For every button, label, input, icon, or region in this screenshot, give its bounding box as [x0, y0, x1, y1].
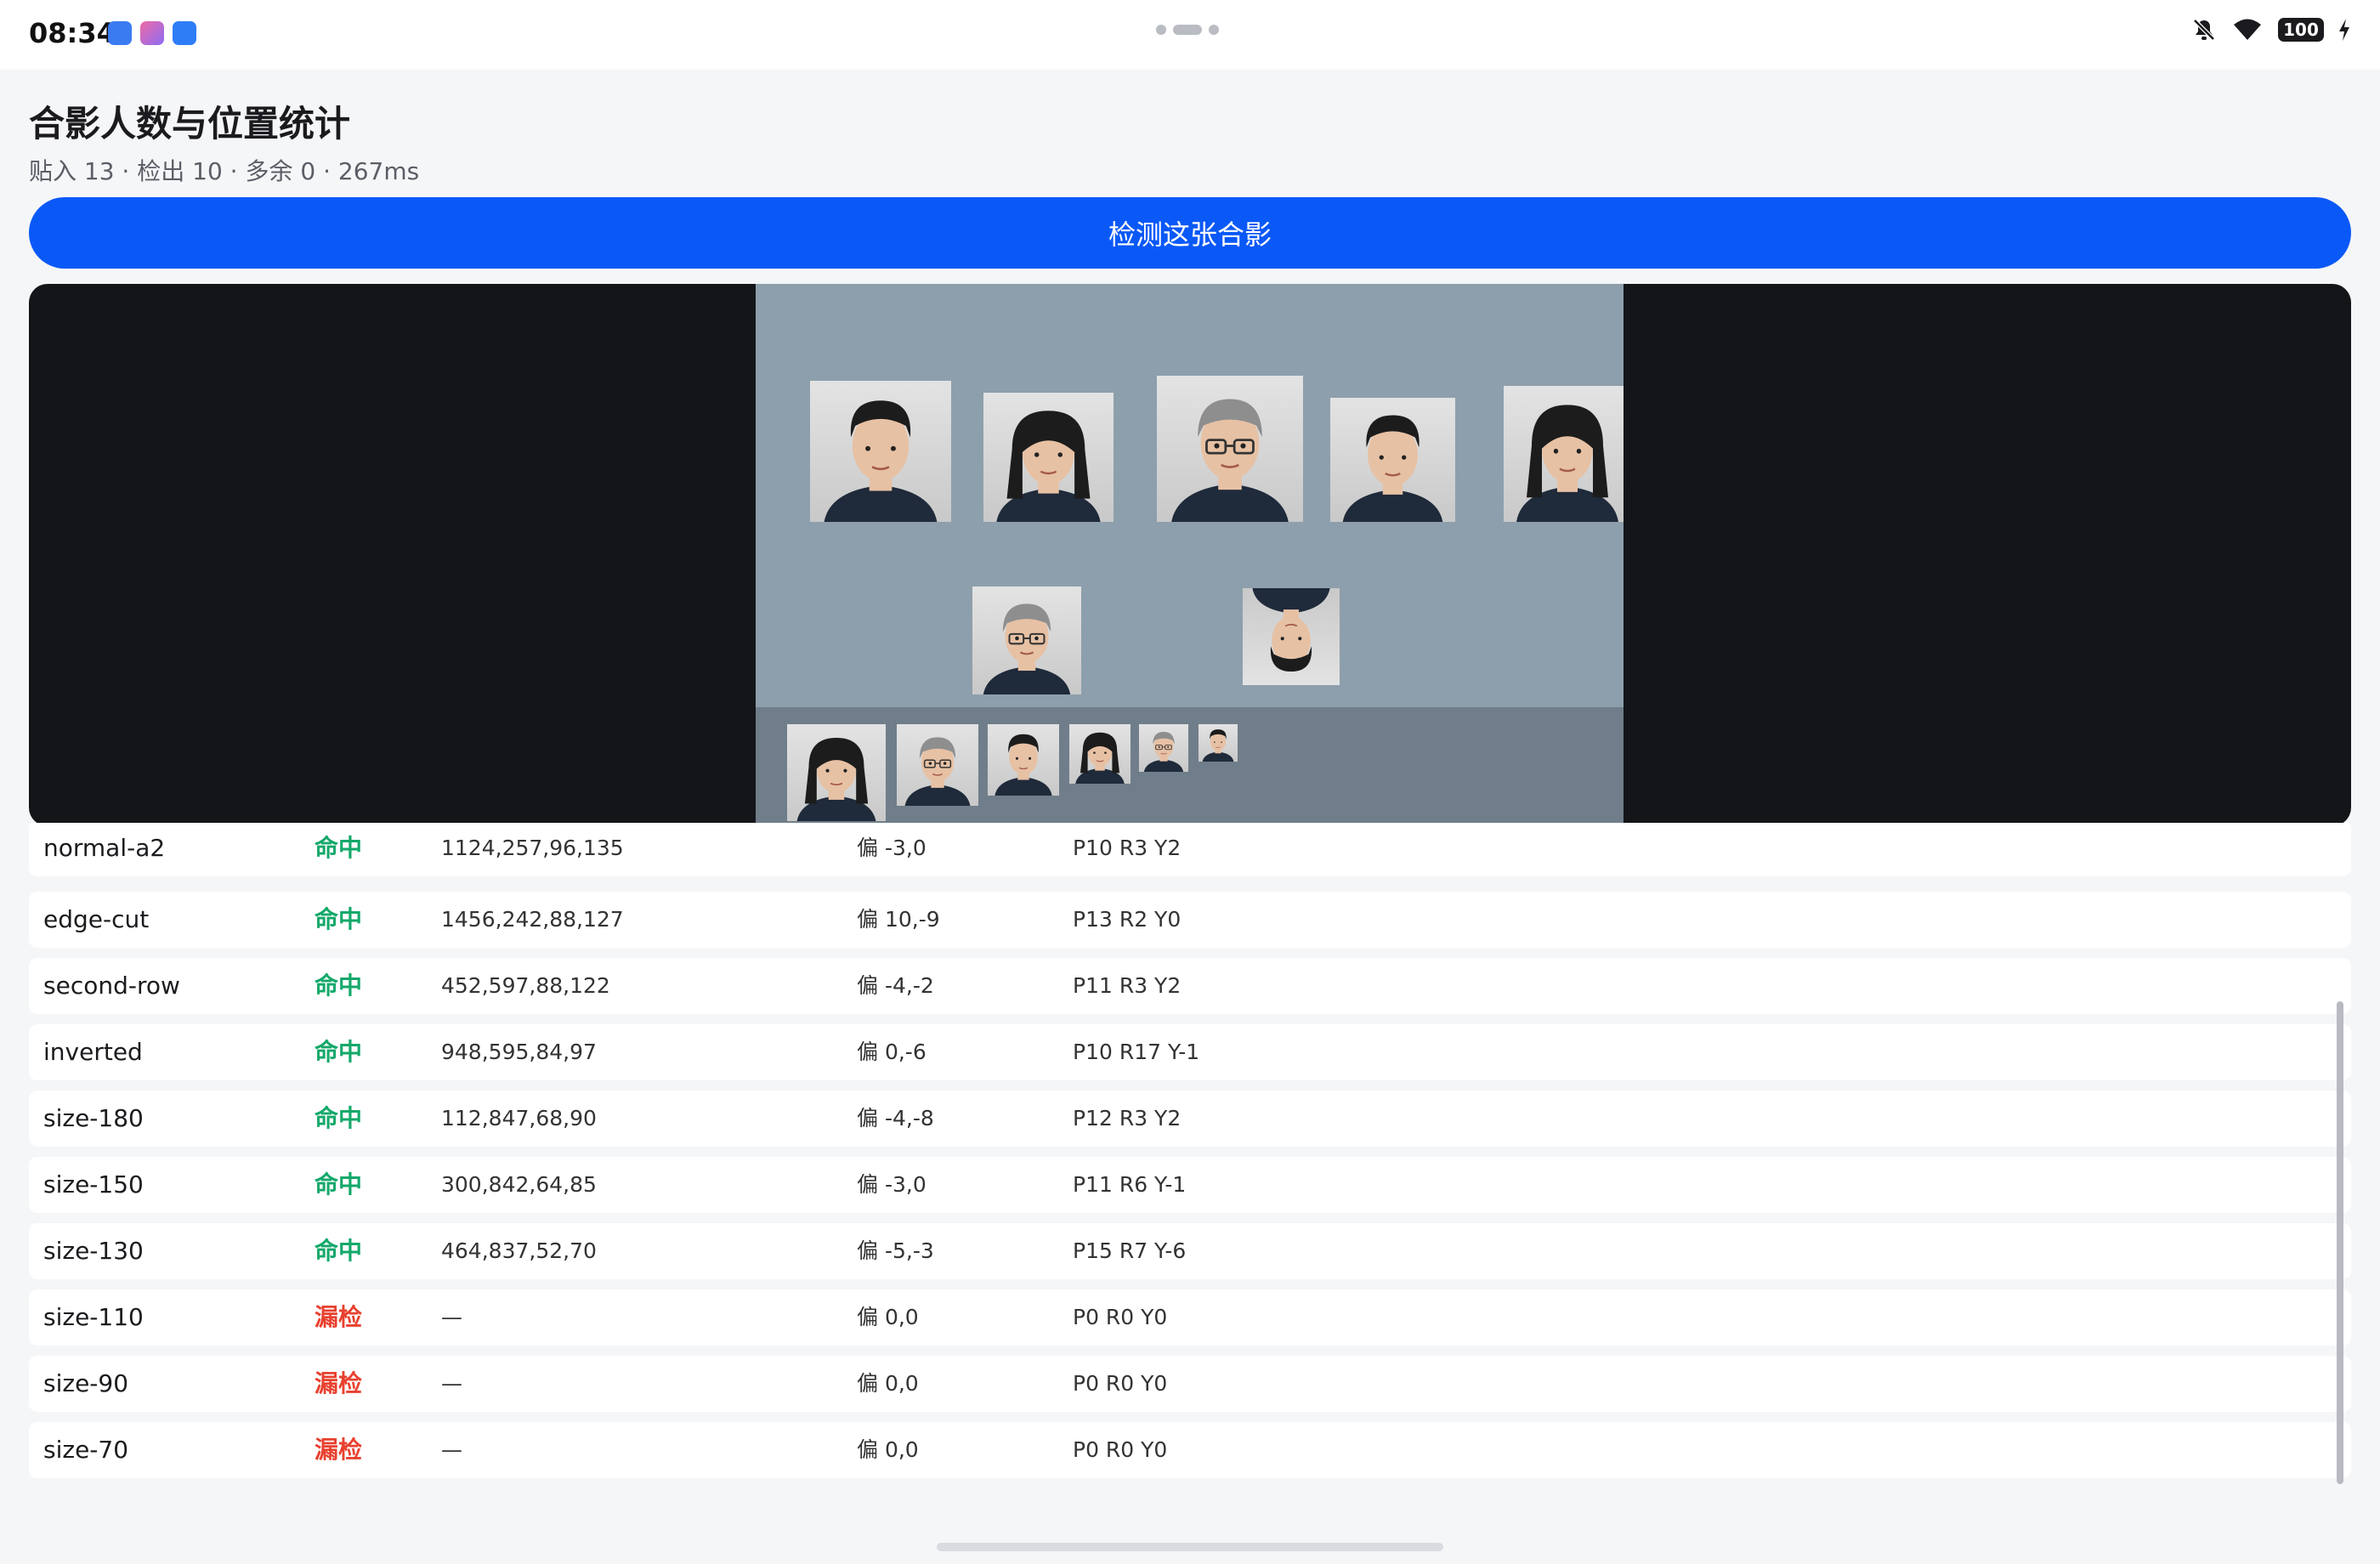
- result-bounding-box: 300,842,64,85: [441, 1172, 597, 1197]
- result-status: 命中: [314, 1237, 363, 1265]
- result-name: normal-a2: [43, 834, 166, 862]
- face-man-2-portrait: [1330, 398, 1455, 522]
- result-bounding-box: 1456,242,88,127: [441, 907, 624, 932]
- result-status: 漏检: [314, 1369, 363, 1397]
- result-offset: 偏 -5,-3: [857, 1238, 934, 1263]
- result-row[interactable]: normal-a2 命中 1124,257,96,135 偏 -3,0 P10 R3 Y…: [29, 823, 2351, 876]
- face-size-130-portrait: [988, 724, 1059, 796]
- result-bounding-box: —: [441, 1371, 462, 1396]
- page-title: 合影人数与位置统计: [29, 103, 351, 144]
- face-size-70-portrait: [1198, 724, 1238, 762]
- result-row[interactable]: size-110 漏检 — 偏 0,0 P0 R0 Y0: [29, 1289, 2351, 1346]
- gallery-app-icon: [140, 21, 164, 45]
- charging-icon: [2339, 19, 2349, 41]
- result-offset: 偏 0,0: [857, 1371, 919, 1396]
- result-bounding-box: —: [441, 1437, 462, 1462]
- result-pose: P15 R7 Y-6: [1073, 1238, 1187, 1263]
- home-indicator[interactable]: [937, 1543, 1443, 1551]
- result-offset: 偏 -3,0: [857, 836, 926, 860]
- wifi-icon: [2234, 19, 2261, 40]
- result-row[interactable]: size-180 命中 112,847,68,90 偏 -4,-8 P12 R3 Y2: [29, 1091, 2351, 1147]
- result-name: second-row: [43, 972, 180, 1000]
- status-indicators: 100: [2191, 17, 2351, 42]
- face-size-110-portrait: [1069, 724, 1130, 784]
- result-name: inverted: [43, 1038, 143, 1066]
- result-row[interactable]: size-150 命中 300,842,64,85 偏 -3,0 P11 R6 Y-1: [29, 1157, 2351, 1213]
- mute-icon: [2193, 19, 2215, 41]
- result-offset: 偏 -3,0: [857, 1172, 926, 1197]
- result-bounding-box: 1124,257,96,135: [441, 836, 624, 860]
- clock: 08:34: [29, 17, 116, 49]
- result-bounding-box: 452,597,88,122: [441, 973, 610, 998]
- result-name: size-180: [43, 1104, 144, 1132]
- detection-summary: 贴入 13 · 检出 10 · 多余 0 · 267ms: [29, 157, 420, 185]
- result-status: 命中: [314, 1038, 363, 1066]
- result-offset: 偏 0,0: [857, 1305, 919, 1329]
- assistant-app-icon: [173, 21, 196, 45]
- result-pose: P0 R0 Y0: [1073, 1437, 1168, 1462]
- result-row[interactable]: size-130 命中 464,837,52,70 偏 -5,-3 P15 R7 Y-6: [29, 1223, 2351, 1279]
- result-status: 命中: [314, 1170, 363, 1198]
- result-bounding-box: 464,837,52,70: [441, 1238, 597, 1263]
- result-offset: 偏 -4,-8: [857, 1106, 934, 1130]
- face-size-150-portrait: [897, 724, 978, 806]
- notification-icons: [108, 21, 196, 45]
- usb-app-icon: [108, 21, 132, 45]
- result-name: size-110: [43, 1303, 144, 1331]
- battery-icon: 100: [2278, 18, 2324, 42]
- result-status: 命中: [314, 1104, 363, 1132]
- group-photo: [756, 284, 1624, 826]
- result-row[interactable]: inverted 命中 948,595,84,97 偏 0,-6 P10 R17 Y-1: [29, 1024, 2351, 1080]
- result-name: edge-cut: [43, 905, 150, 933]
- result-row[interactable]: edge-cut 命中 1456,242,88,127 偏 10,-9 P13 R2 Y…: [29, 892, 2351, 948]
- face-woman-2-portrait: [1504, 386, 1624, 522]
- result-pose: P0 R0 Y0: [1073, 1371, 1168, 1396]
- list-scrollbar[interactable]: [2337, 1001, 2343, 1484]
- result-offset: 偏 0,-6: [857, 1040, 926, 1064]
- result-pose: P13 R2 Y0: [1073, 907, 1182, 932]
- face-inverted-portrait: [1243, 588, 1340, 685]
- result-status: 漏检: [314, 1303, 363, 1331]
- result-status: 命中: [314, 972, 363, 1000]
- result-bounding-box: 112,847,68,90: [441, 1106, 597, 1130]
- result-pose: P11 R3 Y2: [1073, 973, 1182, 998]
- detect-photo-button[interactable]: 检测这张合影: [29, 197, 2351, 269]
- face-size-180-portrait: [787, 724, 886, 821]
- result-row[interactable]: size-70 漏检 — 偏 0,0 P0 R0 Y0: [29, 1422, 2351, 1478]
- result-offset: 偏 0,0: [857, 1437, 919, 1462]
- result-pose: P10 R17 Y-1: [1073, 1040, 1200, 1064]
- result-bounding-box: —: [441, 1305, 462, 1329]
- face-senior-1-portrait: [1157, 376, 1303, 522]
- photo-bottom-band: [756, 707, 1624, 826]
- face-man-1-portrait: [810, 381, 951, 522]
- face-size-90-portrait: [1139, 724, 1188, 772]
- result-offset: 偏 -4,-2: [857, 973, 934, 998]
- result-pose: P12 R3 Y2: [1073, 1106, 1182, 1130]
- result-pose: P11 R6 Y-1: [1073, 1172, 1187, 1197]
- status-bar: 08:34 100: [0, 0, 2380, 70]
- result-status: 命中: [314, 905, 363, 933]
- window-grabber-handle[interactable]: [1156, 24, 1224, 36]
- result-pose: P0 R0 Y0: [1073, 1305, 1168, 1329]
- face-woman-1-portrait: [983, 393, 1114, 522]
- result-row[interactable]: size-90 漏检 — 偏 0,0 P0 R0 Y0: [29, 1356, 2351, 1412]
- result-status: 命中: [314, 834, 363, 862]
- result-pose: P10 R3 Y2: [1073, 836, 1182, 860]
- result-name: size-130: [43, 1237, 144, 1265]
- group-photo-preview: [29, 284, 2351, 826]
- result-name: size-70: [43, 1436, 129, 1464]
- result-name: size-150: [43, 1170, 144, 1198]
- result-offset: 偏 10,-9: [857, 907, 940, 932]
- detection-results-list[interactable]: normal-a2 命中 1124,257,96,135 偏 -3,0 P10 R3 Y…: [29, 823, 2351, 1481]
- face-senior-2-portrait: [972, 586, 1081, 694]
- result-status: 漏检: [314, 1436, 363, 1464]
- result-bounding-box: 948,595,84,97: [441, 1040, 597, 1064]
- result-name: size-90: [43, 1369, 129, 1397]
- result-row[interactable]: second-row 命中 452,597,88,122 偏 -4,-2 P11 R3 …: [29, 958, 2351, 1014]
